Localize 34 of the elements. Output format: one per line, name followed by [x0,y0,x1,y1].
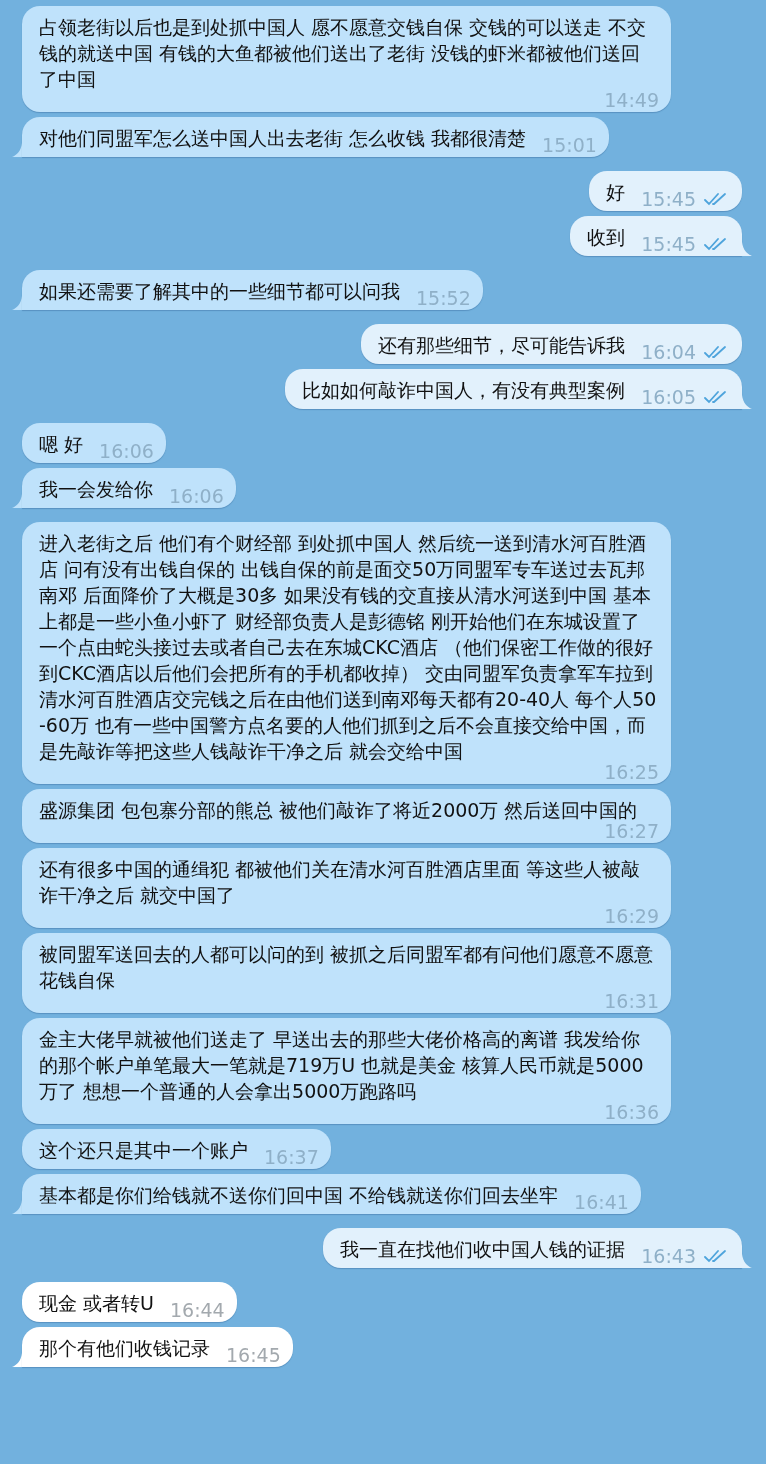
message-bubble[interactable]: 还有那些细节，尽可能告诉我 16:04 [361,324,742,364]
message-bubble[interactable] [22,522,671,784]
message-bubble[interactable]: 我一直在找他们收中国人钱的证据 16:43 [323,1228,742,1268]
message-text: 现金 或者转U [39,1291,154,1316]
message-time: 16:45 [226,1344,281,1366]
message-bubble[interactable]: 好 15:45 [589,171,742,211]
message-time: 15:45 [641,188,696,210]
message-text: 进入老街之后 他们有个财经部 到处抓中国人 然后统一送到清水河百胜酒店 问有没有出钱自保的 出钱自保的前是面交50万同盟军专车送过去瓦邦南邓 后面降价了大概是30多 如果没有钱的交直接从清水河送到中国 基本上都是一些小鱼小虾了 财经部负责人是彭德铭 刚开始他们在东城设置了一个点由蛇头接过去或者自己去在东城CKC酒店 （他们保密工作做的很好到CKC酒店以后他们会把所有的手机都收掉） 交由同盟军负责拿军车拉到清水河百胜酒店交完钱之后在由他们送到南邓每天都有20-40人 每个人50-60万 也有一些中国警方点名要的人他们抓到之后不会直接交给中国，而是先敲诈等把这些人钱敲诈干净之后 就会交给中国 [39,531,658,764]
message-text: 还有那些细节，尽可能告诉我 [378,333,626,358]
message-text: 金主大佬早就被他们送走了 早送出去的那些大佬价格高的离谱 我发给你的那个帐户单笔最大一笔就是719万U 也就是美金 核算人民币就是5000万了 想想一个普通的人会拿出5000万跑路吗 [39,1027,645,1104]
message-text: 收到 [587,225,626,250]
message-time: 16:04 [641,341,696,363]
message-time: 16:05 [641,386,696,408]
message-text: 我一会发给你 [39,477,153,502]
message-time: 15:45 [641,233,696,255]
message-text: 盛源集团 包包寨分部的熊总 被他们敲诈了将近2000万 然后送回中国的 [39,798,638,823]
message-time: 16:44 [169,1299,225,1321]
message-text: 好 [606,180,626,205]
message-text: 我一直在找他们收中国人钱的证据 [340,1237,626,1262]
message-bubble[interactable]: 现金 或者转U 16:44 [22,1282,237,1322]
message-text: 被同盟军送回去的人都可以问的到 被抓之后同盟军都有问他们愿意不愿意花钱自保 [39,942,655,993]
message-text: 嗯 好 [39,432,84,457]
message-text: 基本都是你们给钱就不送你们回中国 不给钱就送你们回去坐牢 [39,1183,559,1208]
message-text: 这个还只是其中一个账户 [39,1138,248,1163]
message-text: 比如如何敲诈中国人，有没有典型案例 [302,378,626,403]
message-bubble[interactable]: 那个有他们收钱记录 16:45 [22,1327,293,1367]
message-time: 16:43 [641,1245,696,1267]
message-text: 占领老街以后也是到处抓中国人 愿不愿意交钱自保 交钱的可以送走 不交钱的就送中国 有钱的大鱼都被他们送出了老街 没钱的虾米都被他们送回了中国 [39,15,648,92]
message-bubble[interactable]: 收到 15:45 [570,216,742,256]
message-bubble[interactable]: 比如如何敲诈中国人，有没有典型案例 16:05 [285,369,742,409]
message-text: 还有很多中国的通缉犯 都被他们关在清水河百胜酒店里面 等这些人被敲诈干净之后 就交中国了 [39,857,642,908]
message-text: 那个有他们收钱记录 [39,1336,210,1361]
message-text: 对他们同盟军怎么送中国人出去老街 怎么收钱 我都很清楚 [39,126,527,151]
message-text: 如果还需要了解其中的一些细节都可以问我 [39,279,400,304]
